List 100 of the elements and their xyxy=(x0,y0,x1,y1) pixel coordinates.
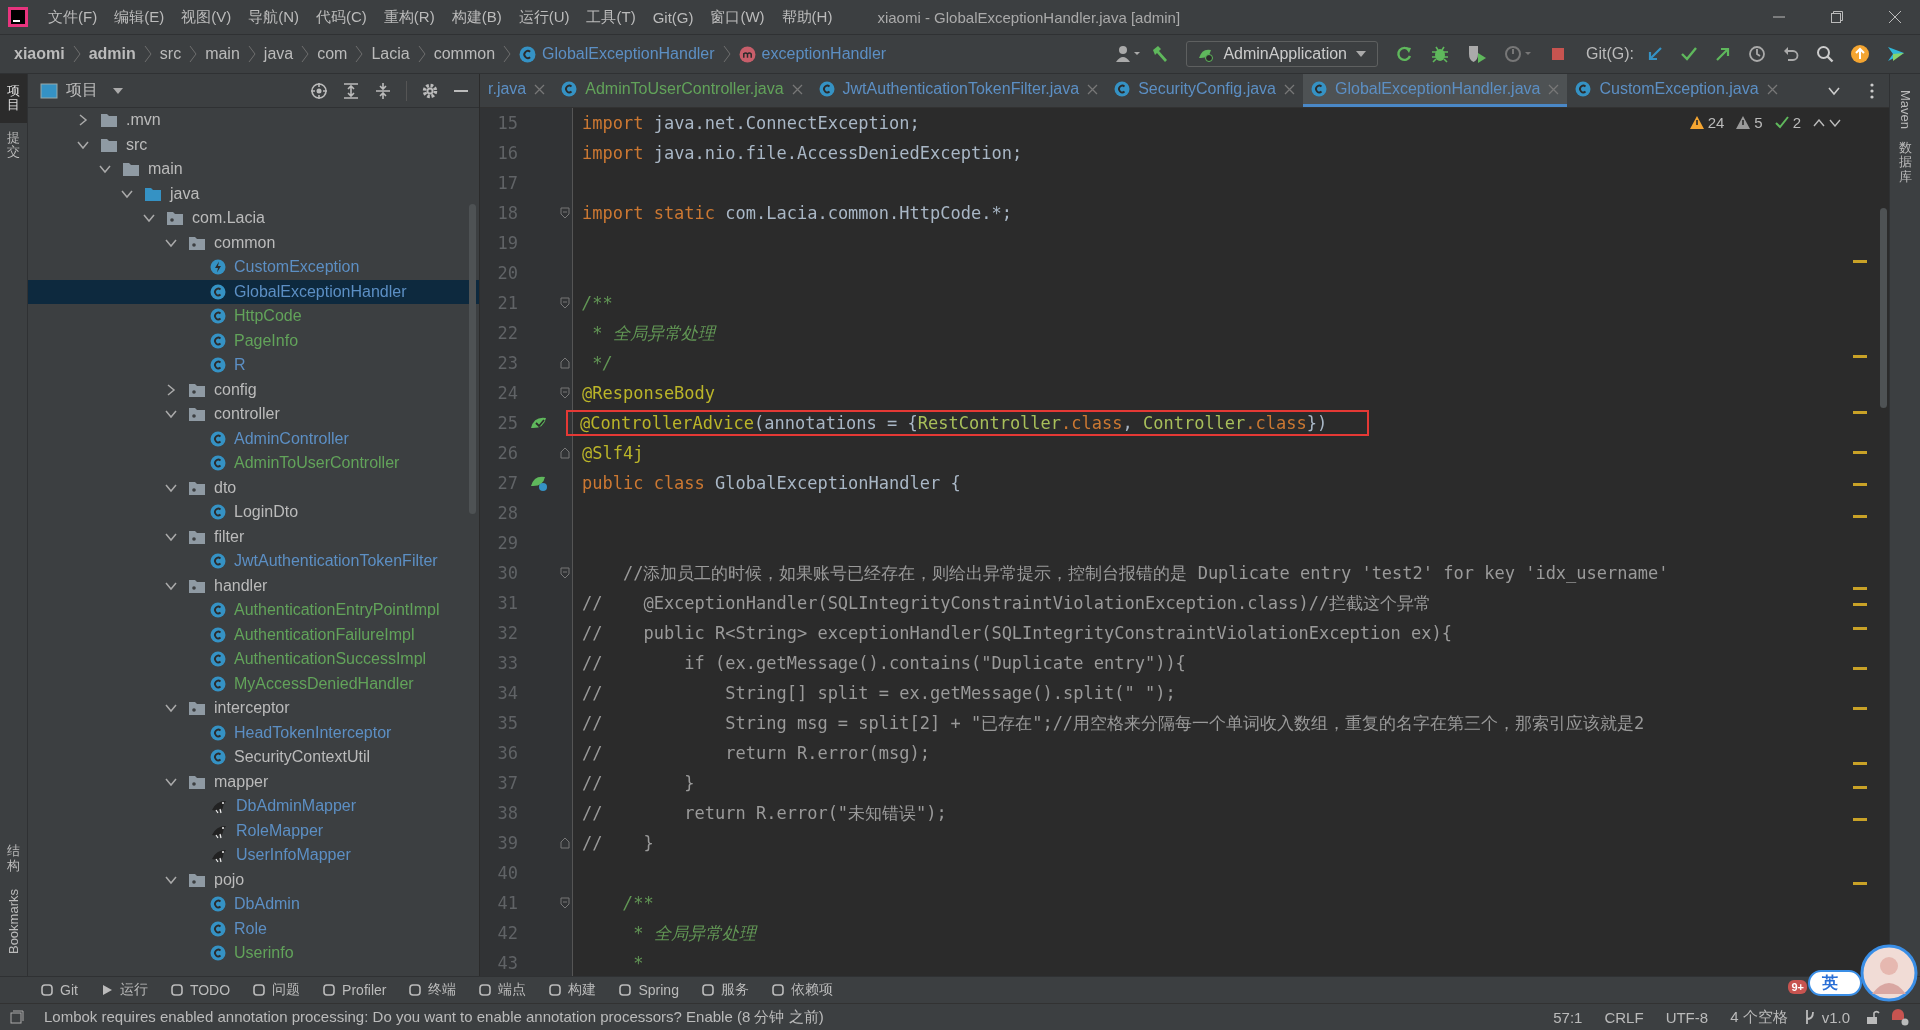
tree-item[interactable]: mapper xyxy=(28,769,479,794)
tool-window-button[interactable]: Bookmarks xyxy=(6,880,21,962)
search-icon[interactable] xyxy=(1816,45,1834,63)
breadcrumb[interactable]: main xyxy=(205,45,240,63)
update-project-icon[interactable] xyxy=(1646,45,1664,63)
tool-window-button[interactable]: Git xyxy=(40,982,78,998)
tree-item[interactable]: JwtAuthenticationTokenFilter xyxy=(28,549,479,574)
editor-tab[interactable]: SecurityConfig.java xyxy=(1106,74,1303,107)
tree-item[interactable]: LoginDto xyxy=(28,500,479,525)
warning-stripe-mark[interactable] xyxy=(1853,259,1867,263)
line-separator[interactable]: CRLF xyxy=(1604,1008,1644,1026)
breadcrumb[interactable]: GlobalExceptionHandler xyxy=(542,45,715,63)
breadcrumb[interactable]: exceptionHandler xyxy=(761,45,887,63)
tool-window-button[interactable]: 终端 xyxy=(408,981,457,999)
tool-window-button[interactable]: TODO xyxy=(169,982,231,998)
more-icon[interactable] xyxy=(1869,81,1875,100)
menu-item[interactable]: 编辑(E) xyxy=(114,7,165,27)
menu-item[interactable]: 文件(F) xyxy=(48,7,98,27)
fold-icon[interactable] xyxy=(560,447,570,459)
tool-window-button[interactable]: 项目 xyxy=(0,74,27,123)
tree-item[interactable]: src xyxy=(28,132,479,157)
tree-item[interactable]: AuthenticationEntryPointImpl xyxy=(28,598,479,623)
coverage-icon[interactable] xyxy=(1466,44,1488,64)
warning-stripe-mark[interactable] xyxy=(1853,483,1867,487)
warning-stripe-mark[interactable] xyxy=(1853,818,1867,822)
warning-stripe-mark[interactable] xyxy=(1853,602,1867,606)
menu-item[interactable]: 重构(R) xyxy=(383,7,435,27)
breadcrumb[interactable]: java xyxy=(263,45,294,63)
menu-item[interactable]: 构建(B) xyxy=(451,7,502,27)
tree-item[interactable]: PageInfo xyxy=(28,328,479,353)
warning-count[interactable]: 24 xyxy=(1707,114,1725,131)
tree-item[interactable]: DbAdmin xyxy=(28,892,479,917)
collapse-all-icon[interactable] xyxy=(374,81,392,100)
run-configuration-dropdown[interactable]: AdminApplication xyxy=(1186,41,1378,67)
tree-item[interactable]: filter xyxy=(28,524,479,549)
restore-icon[interactable] xyxy=(1830,10,1844,24)
close-icon[interactable] xyxy=(1087,83,1099,95)
avatar[interactable] xyxy=(1860,944,1918,1002)
tool-window-button[interactable]: 数据库 xyxy=(1898,141,1912,184)
panel-toggle-icon[interactable] xyxy=(10,1010,24,1024)
file-encoding[interactable]: UTF-8 xyxy=(1665,1008,1709,1026)
tree-item[interactable]: GlobalExceptionHandler xyxy=(28,279,479,304)
menu-item[interactable]: 导航(N) xyxy=(248,7,299,27)
tree-item[interactable]: AuthenticationFailureImpl xyxy=(28,622,479,647)
fold-icon[interactable] xyxy=(560,567,570,579)
tool-window-button[interactable]: 运行 xyxy=(99,981,148,999)
panel-title[interactable]: 项目 xyxy=(66,80,98,101)
user-icon[interactable] xyxy=(1116,45,1143,63)
warning-stripe-mark[interactable] xyxy=(1853,666,1867,670)
breadcrumb[interactable]: com xyxy=(317,45,348,63)
close-icon[interactable] xyxy=(534,83,546,95)
breadcrumb[interactable]: xiaomi xyxy=(14,45,65,63)
scrollbar[interactable] xyxy=(1880,208,1887,408)
fold-icon[interactable] xyxy=(560,297,570,309)
close-icon[interactable] xyxy=(1888,10,1902,24)
tree-item[interactable]: com.Lacia xyxy=(28,206,479,231)
breadcrumb[interactable]: common xyxy=(433,45,496,63)
breadcrumb[interactable]: src xyxy=(159,45,182,63)
tree-item[interactable]: HttpCode xyxy=(28,304,479,329)
breadcrumb[interactable]: admin xyxy=(88,45,136,63)
bean-icon[interactable] xyxy=(529,474,549,492)
menu-item[interactable]: 代码(C) xyxy=(316,7,367,27)
update-icon[interactable] xyxy=(1850,44,1870,64)
tree-item[interactable]: .mvn xyxy=(28,108,479,133)
tool-window-button[interactable]: 依赖项 xyxy=(770,981,833,999)
menu-item[interactable]: 窗口(W) xyxy=(710,7,765,27)
warning-stripe-mark[interactable] xyxy=(1853,355,1867,359)
warning-stripe-mark[interactable] xyxy=(1853,706,1867,710)
warning-stripe-mark[interactable] xyxy=(1853,586,1867,590)
tree-item[interactable]: controller xyxy=(28,402,479,427)
commit-check-icon[interactable] xyxy=(1680,45,1698,63)
tree-item[interactable]: AdminToUserController xyxy=(28,451,479,476)
warning-stripe-mark[interactable] xyxy=(1853,411,1867,415)
menu-item[interactable]: 运行(U) xyxy=(518,7,570,27)
menu-item[interactable]: 工具(T) xyxy=(586,7,636,27)
tool-window-button[interactable]: Profiler xyxy=(322,982,387,998)
rerun-icon[interactable] xyxy=(1394,44,1414,64)
fold-icon[interactable] xyxy=(560,837,570,849)
debug-icon[interactable] xyxy=(1430,44,1450,64)
tool-window-button[interactable]: 构建 xyxy=(548,981,597,999)
tree-item[interactable]: interceptor xyxy=(28,696,479,721)
warning-stripe-mark[interactable] xyxy=(1853,882,1867,886)
editor-tab[interactable]: JwtAuthenticationTokenFilter.java xyxy=(810,74,1107,107)
typo-count[interactable]: 2 xyxy=(1792,114,1801,131)
menu-item[interactable]: Git(G) xyxy=(652,8,694,26)
ime-indicator[interactable]: 英 xyxy=(1808,970,1862,996)
expand-all-icon[interactable] xyxy=(342,81,360,100)
tree-item[interactable]: common xyxy=(28,230,479,255)
tree-item[interactable]: CustomException xyxy=(28,255,479,280)
tree-item[interactable]: config xyxy=(28,377,479,402)
close-icon[interactable] xyxy=(791,83,803,95)
tool-window-button[interactable]: 服务 xyxy=(700,981,749,999)
history-icon[interactable] xyxy=(1748,45,1766,63)
tree-item[interactable]: DbAdminMapper xyxy=(28,794,479,819)
tree-item[interactable]: java xyxy=(28,181,479,206)
settings-icon[interactable] xyxy=(421,81,439,100)
tree-item[interactable]: pojo xyxy=(28,867,479,892)
tree-item[interactable]: dto xyxy=(28,475,479,500)
tool-window-button[interactable]: 问题 xyxy=(252,981,301,999)
tool-window-button[interactable]: 结构 xyxy=(7,836,20,881)
